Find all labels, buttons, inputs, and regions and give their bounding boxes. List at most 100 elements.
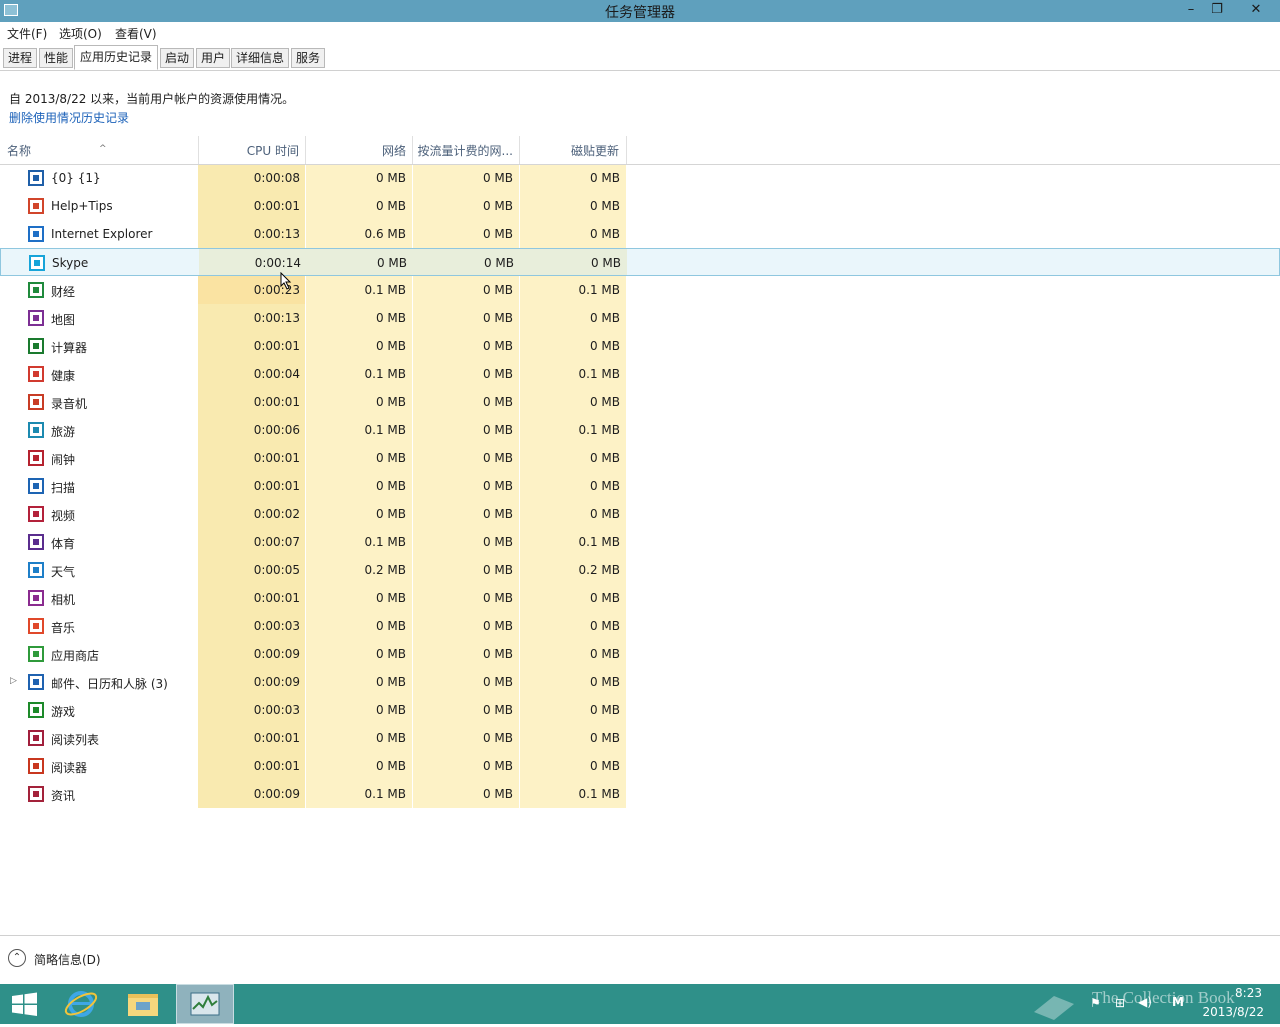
table-row[interactable]: 体育 0:00:07 0.1 MB 0 MB 0.1 MB	[0, 528, 1280, 556]
table-row[interactable]: Skype 0:00:14 0 MB 0 MB 0 MB	[0, 248, 1280, 276]
metered-network-cell: 0 MB	[482, 339, 513, 353]
cpu-time-cell: 0:00:08	[253, 171, 300, 185]
metered-network-cell: 0 MB	[483, 256, 514, 270]
table-row[interactable]: 旅游 0:00:06 0.1 MB 0 MB 0.1 MB	[0, 416, 1280, 444]
cpu-time-cell: 0:00:13	[253, 227, 300, 241]
table-row[interactable]: 闹钟 0:00:01 0 MB 0 MB 0 MB	[0, 444, 1280, 472]
clock-date[interactable]: 2013/8/22	[1202, 1005, 1264, 1019]
minimize-button[interactable]: –	[1178, 0, 1204, 22]
tile-update-cell: 0 MB	[589, 451, 620, 465]
cpu-time-cell: 0:00:01	[253, 759, 300, 773]
tile-update-cell: 0 MB	[589, 199, 620, 213]
restore-button[interactable]: ❐	[1204, 0, 1230, 22]
network-cell: 0 MB	[375, 451, 406, 465]
column-header-cpu[interactable]: CPU 时间	[198, 136, 306, 164]
tab-performance[interactable]: 性能	[39, 48, 73, 68]
table-row[interactable]: 地图 0:00:13 0 MB 0 MB 0 MB	[0, 304, 1280, 332]
folder-icon	[128, 994, 158, 1016]
menu-bar: 文件(F) 选项(O) 查看(V)	[0, 22, 1280, 42]
table-row[interactable]: 游戏 0:00:03 0 MB 0 MB 0 MB	[0, 696, 1280, 724]
ime-indicator[interactable]: M	[1172, 995, 1184, 1009]
network-cell: 0 MB	[375, 479, 406, 493]
table-row[interactable]: 阅读器 0:00:01 0 MB 0 MB 0 MB	[0, 752, 1280, 780]
metered-network-cell: 0 MB	[482, 199, 513, 213]
metered-network-cell: 0 MB	[482, 647, 513, 661]
table-row[interactable]: Help+Tips 0:00:01 0 MB 0 MB 0 MB	[0, 192, 1280, 220]
table-row[interactable]: ▷ 邮件、日历和人脉 (3) 0:00:09 0 MB 0 MB 0 MB	[0, 668, 1280, 696]
table-row[interactable]: 扫描 0:00:01 0 MB 0 MB 0 MB	[0, 472, 1280, 500]
clock-time[interactable]: 8:23	[1235, 986, 1262, 1000]
app-name: 扫描	[51, 481, 76, 495]
flag-icon[interactable]: ⚑	[1090, 996, 1101, 1010]
scan-icon	[28, 478, 44, 494]
tab-services[interactable]: 服务	[291, 48, 325, 68]
network-cell: 0 MB	[375, 395, 406, 409]
equalizer-icon	[28, 170, 44, 186]
calculator-icon	[28, 338, 44, 354]
tab-processes[interactable]: 进程	[3, 48, 37, 68]
table-row[interactable]: 应用商店 0:00:09 0 MB 0 MB 0 MB	[0, 640, 1280, 668]
metered-network-cell: 0 MB	[482, 227, 513, 241]
tile-update-cell: 0.1 MB	[578, 787, 620, 801]
table-row[interactable]: 计算器 0:00:01 0 MB 0 MB 0 MB	[0, 332, 1280, 360]
skype-icon	[29, 255, 45, 271]
store-icon	[28, 646, 44, 662]
column-header-name[interactable]: ^ 名称	[7, 136, 197, 164]
tab-users[interactable]: 用户	[196, 48, 230, 68]
taskbar-ie-button[interactable]	[52, 984, 110, 1024]
table-row[interactable]: 健康 0:00:04 0.1 MB 0 MB 0.1 MB	[0, 360, 1280, 388]
table-row[interactable]: {0} {1} 0:00:08 0 MB 0 MB 0 MB	[0, 164, 1280, 192]
cpu-time-cell: 0:00:06	[253, 423, 300, 437]
tile-update-cell: 0 MB	[589, 479, 620, 493]
fewer-details-label: 简略信息(D)	[34, 953, 101, 967]
network-icon[interactable]: ⊞	[1115, 996, 1125, 1010]
column-header-tile[interactable]: 磁贴更新	[519, 136, 627, 164]
volume-icon[interactable]: ◀)	[1138, 995, 1152, 1009]
tab-startup[interactable]: 启动	[160, 48, 194, 68]
expand-arrow-icon[interactable]: ▷	[10, 676, 17, 686]
table-row[interactable]: 录音机 0:00:01 0 MB 0 MB 0 MB	[0, 388, 1280, 416]
network-cell: 0 MB	[375, 619, 406, 633]
cpu-time-cell: 0:00:09	[253, 675, 300, 689]
sort-up-icon: ^	[99, 144, 107, 154]
table-row[interactable]: 天气 0:00:05 0.2 MB 0 MB 0.2 MB	[0, 556, 1280, 584]
table-row[interactable]: 音乐 0:00:03 0 MB 0 MB 0 MB	[0, 612, 1280, 640]
delete-history-link[interactable]: 删除使用情况历史记录	[9, 109, 129, 126]
chevron-up-icon: ⌃	[8, 949, 26, 967]
menu-options[interactable]: 选项(O)	[59, 25, 102, 42]
table-row[interactable]: 视频 0:00:02 0 MB 0 MB 0 MB	[0, 500, 1280, 528]
tile-update-cell: 0 MB	[590, 256, 621, 270]
tab-app-history[interactable]: 应用历史记录	[74, 45, 158, 70]
close-button[interactable]: ✕	[1232, 0, 1280, 22]
tile-update-cell: 0 MB	[589, 731, 620, 745]
cpu-time-cell: 0:00:13	[253, 311, 300, 325]
cpu-time-cell: 0:00:01	[253, 479, 300, 493]
usage-info-text: 自 2013/8/22 以来，当前用户帐户的资源使用情况。	[9, 92, 295, 106]
cpu-time-cell: 0:00:01	[253, 731, 300, 745]
cpu-time-cell: 0:00:05	[253, 563, 300, 577]
tile-update-cell: 0 MB	[589, 647, 620, 661]
start-button[interactable]	[0, 984, 58, 1024]
task-manager-taskbar-icon	[190, 992, 220, 1016]
mail-icon	[28, 674, 44, 690]
table-row[interactable]: 阅读列表 0:00:01 0 MB 0 MB 0 MB	[0, 724, 1280, 752]
menu-file[interactable]: 文件(F)	[7, 25, 47, 42]
table-row[interactable]: Internet Explorer 0:00:13 0.6 MB 0 MB 0 MB	[0, 220, 1280, 248]
tile-update-cell: 0 MB	[589, 591, 620, 605]
metered-network-cell: 0 MB	[482, 171, 513, 185]
table-row[interactable]: 财经 0:00:23 0.1 MB 0 MB 0.1 MB	[0, 276, 1280, 304]
column-header-network[interactable]: 网络	[305, 136, 413, 164]
taskbar-explorer-button[interactable]	[114, 984, 172, 1024]
network-cell: 0 MB	[376, 256, 407, 270]
cpu-time-cell: 0:00:01	[253, 339, 300, 353]
network-cell: 0.1 MB	[364, 283, 406, 297]
menu-view[interactable]: 查看(V)	[115, 25, 157, 42]
network-cell: 0 MB	[375, 591, 406, 605]
app-name: {0} {1}	[51, 171, 101, 185]
table-row[interactable]: 资讯 0:00:09 0.1 MB 0 MB 0.1 MB	[0, 780, 1280, 808]
tab-details[interactable]: 详细信息	[231, 48, 289, 68]
taskbar-task-manager-button[interactable]	[176, 984, 234, 1024]
column-header-metered[interactable]: 按流量计费的网...	[412, 136, 520, 164]
cpu-time-cell: 0:00:09	[253, 647, 300, 661]
table-row[interactable]: 相机 0:00:01 0 MB 0 MB 0 MB	[0, 584, 1280, 612]
